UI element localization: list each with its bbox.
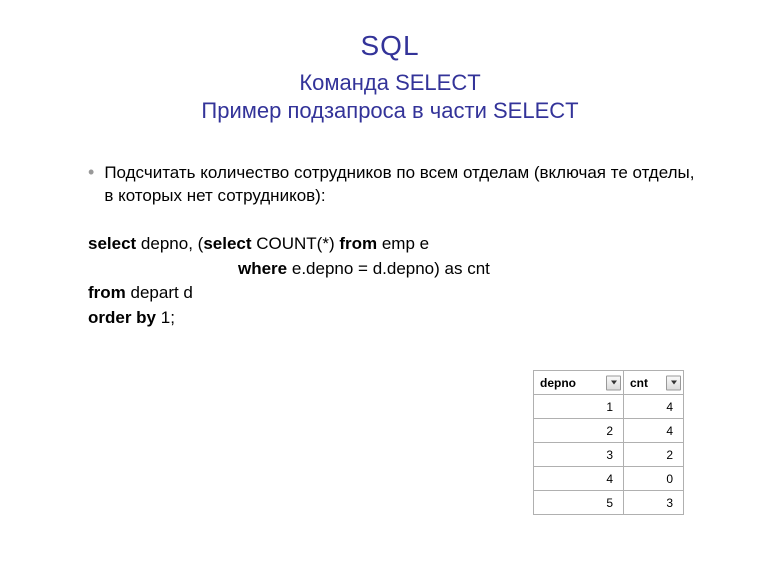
code-line-3: from depart d [88,281,700,306]
table-row: 3 2 [534,443,684,467]
bullet-item: • Подсчитать количество сотрудников по в… [80,162,700,208]
cell-depno: 4 [534,467,624,491]
code-line-4: order by 1; [88,306,700,331]
code-text: emp e [377,234,429,253]
cell-depno: 5 [534,491,624,515]
cell-cnt: 4 [624,395,684,419]
chevron-down-icon[interactable] [666,375,681,390]
keyword-order-by: order by [88,308,156,327]
chevron-down-icon[interactable] [606,375,621,390]
column-label: depno [540,376,576,390]
subtitle-line-2: Пример подзапроса в части SELECT [0,98,780,124]
table-row: 1 4 [534,395,684,419]
keyword-from: from [339,234,377,253]
keyword-select: select [88,234,136,253]
content-area: • Подсчитать количество сотрудников по в… [0,162,780,330]
table-row: 5 3 [534,491,684,515]
code-line-2: where e.depno = d.depno) as cnt [238,257,700,282]
result-table-container: depno cnt 1 4 2 4 3 2 [533,370,684,515]
cell-depno: 2 [534,419,624,443]
code-text: e.depno = d.depno) as cnt [287,259,490,278]
cell-cnt: 2 [624,443,684,467]
table-row: 4 0 [534,467,684,491]
cell-depno: 3 [534,443,624,467]
cell-cnt: 0 [624,467,684,491]
cell-cnt: 4 [624,419,684,443]
keyword-select: select [203,234,251,253]
page-title: SQL [0,30,780,62]
code-text: depno, ( [136,234,203,253]
keyword-from: from [88,283,126,302]
column-label: cnt [630,376,648,390]
bullet-dot-icon: • [88,162,94,184]
column-header-cnt[interactable]: cnt [624,371,684,395]
code-text: 1; [156,308,175,327]
sql-code-block: select depno, (select COUNT(*) from emp … [88,232,700,331]
cell-depno: 1 [534,395,624,419]
result-table: depno cnt 1 4 2 4 3 2 [533,370,684,515]
code-line-1: select depno, (select COUNT(*) from emp … [88,232,700,257]
subtitle-line-1: Команда SELECT [0,70,780,96]
keyword-where: where [238,259,287,278]
cell-cnt: 3 [624,491,684,515]
table-header-row: depno cnt [534,371,684,395]
code-text: COUNT(*) [252,234,340,253]
table-row: 2 4 [534,419,684,443]
bullet-text: Подсчитать количество сотрудников по все… [104,162,700,208]
column-header-depno[interactable]: depno [534,371,624,395]
code-text: depart d [126,283,193,302]
